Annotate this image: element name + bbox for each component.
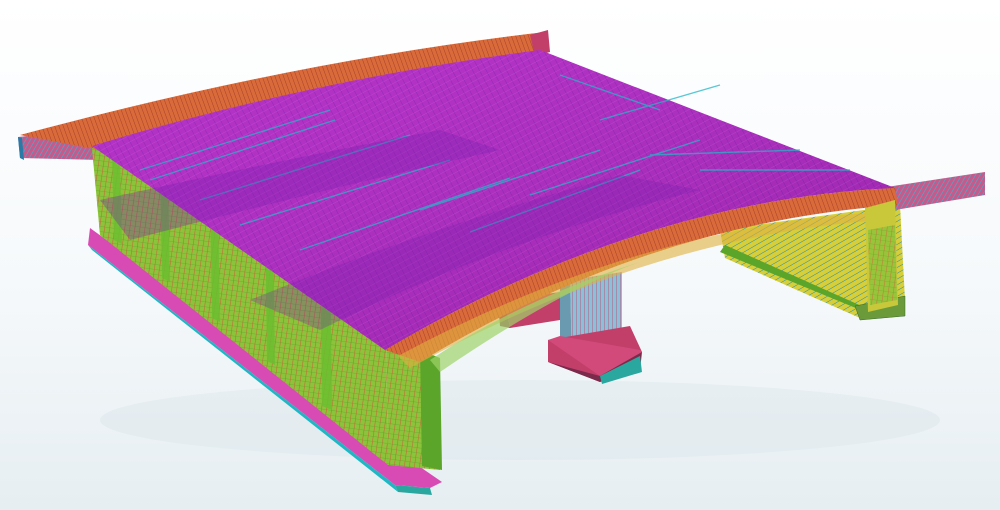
girder-right-end[interactable]	[865, 200, 898, 312]
bridge-model[interactable]	[0, 0, 1000, 510]
3d-viewport[interactable]	[0, 0, 1000, 510]
ground-shadow	[100, 380, 940, 460]
